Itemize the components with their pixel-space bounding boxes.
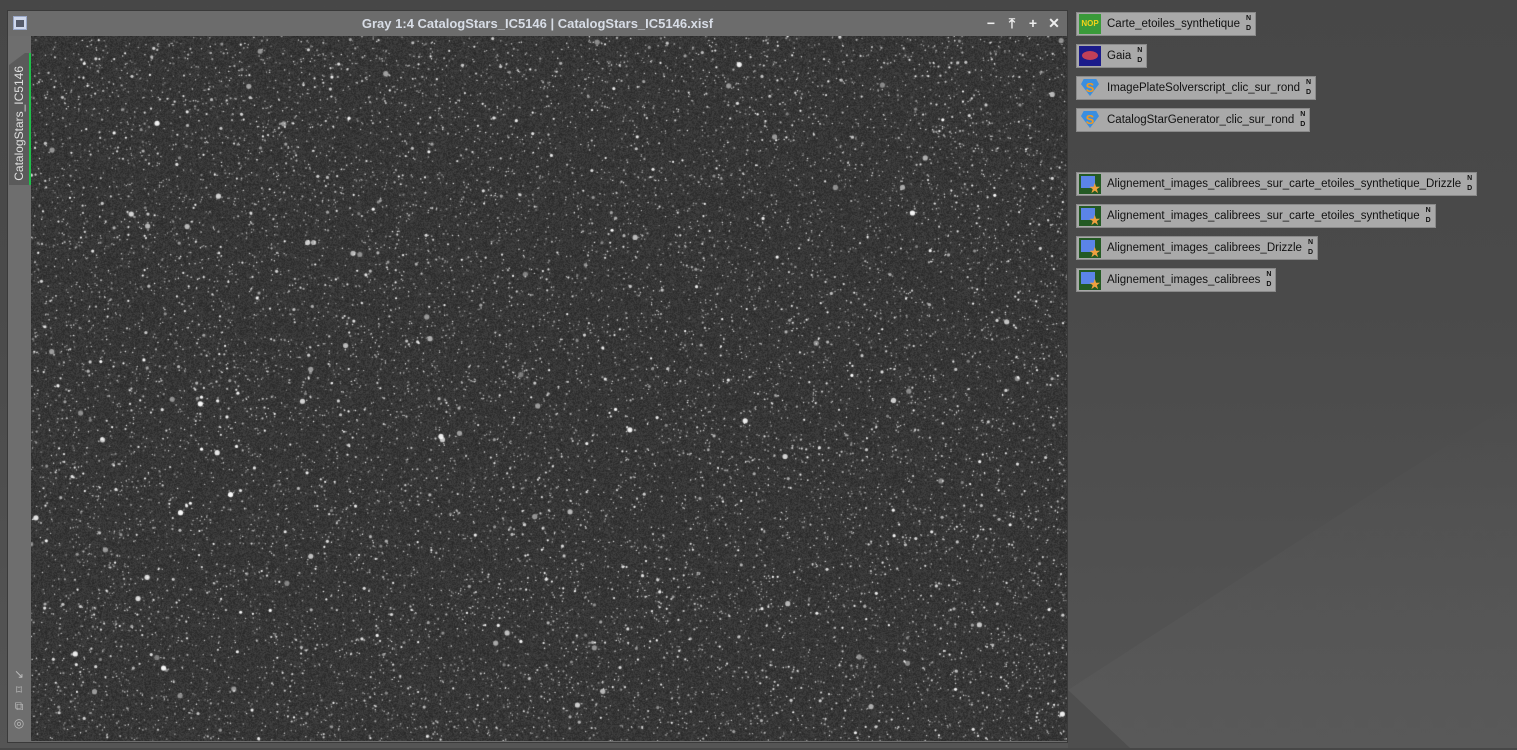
- process-icon-nd-indicator: ND: [1137, 46, 1142, 66]
- nd-letter: N: [1306, 79, 1312, 86]
- process-icon-nd-indicator: ND: [1308, 238, 1313, 258]
- script-icon: [1079, 78, 1101, 98]
- close-button[interactable]: ✕: [1047, 15, 1061, 31]
- title-bar[interactable]: Gray 1:4 CatalogStars_IC5146 | CatalogSt…: [8, 11, 1067, 36]
- process-icon-nd-indicator: ND: [1306, 78, 1311, 98]
- maximize-button[interactable]: +: [1026, 15, 1040, 31]
- nd-letter: N: [1307, 239, 1314, 246]
- process-icon-nd-indicator: ND: [1266, 270, 1271, 290]
- nd-letter: D: [1467, 185, 1473, 192]
- desktop-shade: [1068, 400, 1517, 748]
- process-icon-nd-indicator: ND: [1246, 14, 1251, 34]
- process-icon-label: Gaia: [1107, 50, 1132, 62]
- process-icon[interactable]: Gaia N D: [1076, 44, 1148, 68]
- process-icon-label: Alignement_images_calibrees_Drizzle: [1107, 242, 1302, 254]
- nd-letter: N: [1425, 207, 1431, 214]
- gaia-icon: [1079, 46, 1101, 66]
- nd-letter: D: [1245, 25, 1252, 32]
- process-icon-nd-indicator: ND: [1467, 174, 1472, 194]
- zoom-to-fit-icon[interactable]: ⌑: [10, 683, 28, 697]
- script-icon: [1079, 110, 1101, 130]
- process-icon[interactable]: NOP Carte_etoiles_synthetique N D: [1076, 12, 1257, 36]
- nd-letter: N: [1245, 15, 1252, 22]
- shade-button[interactable]: ⤒: [1005, 15, 1019, 31]
- process-icon[interactable]: CatalogStarGenerator_clic_sur_rond ND: [1076, 108, 1311, 132]
- image-viewport[interactable]: [31, 36, 1067, 741]
- view-tab-label: CatalogStars_IC5146: [12, 66, 26, 181]
- nd-letter: D: [1307, 249, 1314, 256]
- nd-letter: D: [1300, 121, 1306, 128]
- star-alignment-icon: [1079, 270, 1101, 293]
- nd-letter: N: [1266, 271, 1272, 278]
- nd-letter: D: [1137, 57, 1143, 64]
- window-title: Gray 1:4 CatalogStars_IC5146 | CatalogSt…: [361, 16, 714, 31]
- process-icon-label: ImagePlateSolverscript_clic_sur_rond: [1107, 82, 1301, 94]
- process-icon-nd-indicator: ND: [1300, 110, 1305, 130]
- nd-letter: D: [1306, 89, 1312, 96]
- process-icon-label: Alignement_images_calibrees_sur_carte_et…: [1107, 210, 1420, 222]
- nd-letter: N: [1467, 175, 1473, 182]
- star-field-image[interactable]: [31, 36, 1067, 741]
- fit-view-icon[interactable]: ↘: [10, 667, 28, 681]
- process-icon-label: Alignement_images_calibrees_sur_carte_et…: [1107, 178, 1462, 190]
- minimize-button[interactable]: −: [984, 15, 998, 31]
- view-tab[interactable]: CatalogStars_IC5146: [9, 53, 31, 185]
- nd-letter: D: [1425, 217, 1431, 224]
- process-icon[interactable]: Alignement_images_calibrees_Drizzle ND: [1076, 236, 1319, 261]
- process-icon[interactable]: Alignement_images_calibrees_sur_carte_et…: [1076, 172, 1478, 197]
- process-icon[interactable]: Alignement_images_calibrees_sur_carte_et…: [1076, 204, 1436, 229]
- nd-letter: N: [1137, 47, 1143, 54]
- image-window[interactable]: Gray 1:4 CatalogStars_IC5146 | CatalogSt…: [7, 10, 1068, 743]
- process-icon-label: Alignement_images_calibrees: [1107, 274, 1261, 286]
- process-icon-label: Carte_etoiles_synthetique: [1107, 18, 1240, 30]
- star-alignment-icon: [1079, 174, 1101, 197]
- process-icon[interactable]: ImagePlateSolverscript_clic_sur_rond ND: [1076, 76, 1317, 100]
- star-alignment-icon: [1079, 238, 1101, 261]
- process-icon-label: CatalogStarGenerator_clic_sur_rond: [1107, 114, 1295, 126]
- process-icon-nd-indicator: ND: [1426, 206, 1431, 226]
- nd-letter: D: [1266, 281, 1272, 288]
- star-alignment-icon: [1079, 206, 1101, 229]
- nd-letter: N: [1300, 111, 1306, 118]
- clone-view-icon[interactable]: ⧉: [10, 699, 28, 714]
- process-icon[interactable]: Alignement_images_calibrees ND: [1076, 268, 1277, 293]
- nop-icon: NOP: [1079, 14, 1101, 34]
- mask-visibility-icon[interactable]: ◎: [10, 716, 28, 730]
